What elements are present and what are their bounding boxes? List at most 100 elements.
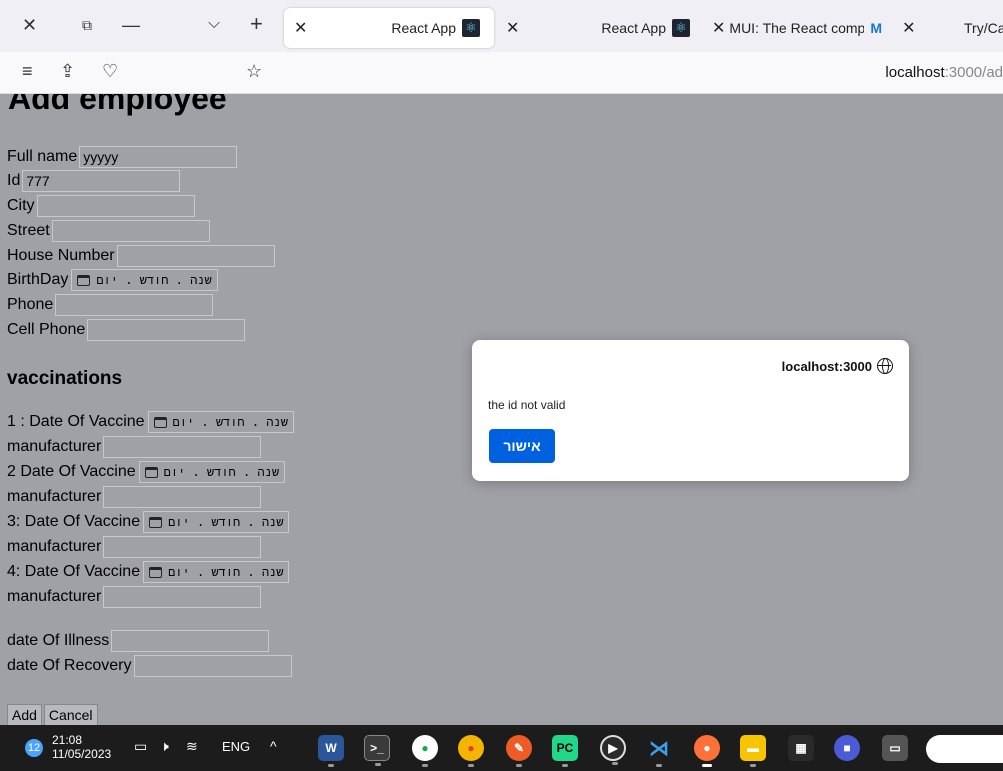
restore-icon[interactable]: ⧉: [82, 18, 92, 32]
manufacturer-label: manufacturer: [7, 538, 102, 555]
house-number-label: House Number: [7, 247, 115, 264]
date-placeholder: שנה . חודש . יום: [96, 272, 212, 287]
bookmark-star-icon[interactable]: ☆: [246, 62, 262, 80]
calendar-icon[interactable]: [144, 466, 158, 478]
vaccine-2-manufacturer-row: manufacturer: [7, 485, 262, 509]
teams-chat-icon[interactable]: ■: [834, 735, 860, 761]
tab-bar: ✕ ⧉ — ⌵ + ✕ React App ⚛ ✕ React App ⚛ ✕ …: [0, 0, 1003, 52]
vaccine-date-label: 1 : Date Of Vaccine: [7, 413, 145, 430]
vaccine-date-label: 2 Date Of Vaccine: [7, 463, 136, 480]
vaccine-3-manufacturer-input[interactable]: [103, 536, 262, 558]
microsoft-store-icon[interactable]: ▦: [788, 735, 814, 761]
city-row: City: [7, 194, 195, 218]
date-placeholder: שנה . חודש . יום: [168, 564, 284, 579]
manufacturer-label: manufacturer: [7, 438, 102, 455]
url-host: localhost: [885, 64, 945, 81]
vscode-icon[interactable]: ⋊: [646, 735, 672, 767]
share-icon[interactable]: ⇪: [60, 62, 75, 80]
illness-label: date Of Illness: [7, 632, 110, 649]
react-icon: ⚛: [462, 19, 480, 37]
pocket-icon[interactable]: ♡: [102, 62, 118, 80]
tab-title: Try/Ca: [964, 20, 1003, 36]
tab-close-icon[interactable]: ✕: [712, 18, 725, 38]
nav-bar: ≡ ⇪ ♡ ☆ localhost:3000/ad: [0, 52, 1003, 94]
menu-icon[interactable]: ≡: [22, 62, 33, 80]
clock[interactable]: 21:08 11/05/2023: [52, 733, 111, 761]
form-actions: Add Cancel: [7, 704, 98, 725]
react-icon: ⚛: [672, 19, 690, 37]
calendar-icon[interactable]: [153, 416, 167, 428]
house-number-row: House Number: [7, 244, 275, 268]
calendar-icon[interactable]: [149, 566, 163, 578]
chrome-icon[interactable]: ●: [458, 735, 484, 767]
new-tab-icon[interactable]: +: [250, 13, 263, 35]
city-input[interactable]: [36, 195, 195, 217]
volume-mute-icon[interactable]: 🕨: [160, 739, 169, 753]
vaccine-4-date-input[interactable]: שנה . חודש . יום: [143, 561, 290, 583]
birthday-row: BirthDay שנה . חודש . יום: [7, 268, 218, 292]
street-label: Street: [7, 222, 50, 239]
full-name-input[interactable]: yyyyy: [79, 146, 238, 168]
window-app-icon[interactable]: ▭: [882, 735, 908, 761]
birthday-date-input[interactable]: שנה . חודש . יום: [71, 269, 218, 291]
recovery-input[interactable]: [133, 655, 292, 677]
tab-close-icon[interactable]: ✕: [294, 18, 307, 38]
id-row: Id 777: [7, 169, 181, 193]
tab-react-app[interactable]: ✕ React App ⚛: [500, 8, 700, 48]
cell-phone-input[interactable]: [87, 319, 246, 341]
mongodb-icon[interactable]: ●: [412, 735, 438, 767]
firefox-icon[interactable]: ●: [694, 735, 720, 767]
battery-icon[interactable]: ▭: [134, 739, 147, 753]
id-input[interactable]: 777: [22, 170, 181, 192]
vaccine-1-date-input[interactable]: שנה . חודש . יום: [147, 411, 294, 433]
house-number-input[interactable]: [116, 245, 275, 267]
tab-mui[interactable]: ✕ MUI: The React compone M ✕: [712, 8, 948, 48]
cancel-button[interactable]: Cancel: [43, 704, 98, 725]
cell-phone-label: Cell Phone: [7, 321, 86, 338]
pycharm-icon[interactable]: PC: [552, 735, 578, 767]
media-player-icon[interactable]: ▶: [600, 735, 626, 765]
tab-title: React App: [601, 20, 666, 36]
terminal-icon[interactable]: >_: [364, 735, 390, 766]
calendar-icon[interactable]: [149, 516, 163, 528]
wifi-icon[interactable]: ≋: [186, 739, 198, 753]
street-input[interactable]: [51, 220, 210, 242]
chevron-up-icon[interactable]: ^: [270, 739, 277, 753]
url-bar[interactable]: localhost:3000/ad: [885, 64, 1003, 81]
word-icon[interactable]: W: [318, 735, 344, 767]
vaccine-2-date-row: 2 Date Of Vaccine שנה . חודש . יום: [7, 460, 286, 484]
file-explorer-icon[interactable]: ▬: [740, 735, 766, 767]
tab-react-app-active[interactable]: ✕ React App ⚛: [284, 8, 494, 48]
street-row: Street: [7, 219, 210, 243]
tab-try-catch[interactable]: Try/Ca: [964, 8, 1003, 48]
illness-input[interactable]: [111, 630, 270, 652]
minimize-icon[interactable]: —: [122, 16, 140, 34]
tab-close-icon[interactable]: ✕: [902, 18, 915, 38]
vaccine-2-manufacturer-input[interactable]: [103, 486, 262, 508]
chevron-down-icon[interactable]: ⌵: [208, 16, 220, 32]
vaccine-1-manufacturer-input[interactable]: [103, 436, 262, 458]
globe-icon: [877, 358, 893, 374]
date-placeholder: שנה . חודש . יום: [168, 514, 284, 529]
tab-close-icon[interactable]: ✕: [506, 18, 519, 38]
notification-badge[interactable]: 12: [25, 739, 43, 757]
dialog-message: the id not valid: [488, 398, 566, 412]
phone-input[interactable]: [55, 294, 214, 316]
vaccine-4-manufacturer-input[interactable]: [103, 586, 262, 608]
vaccine-3-date-input[interactable]: שנה . חודש . יום: [143, 511, 290, 533]
vaccine-4-manufacturer-row: manufacturer: [7, 585, 262, 609]
language-indicator[interactable]: ENG: [222, 740, 250, 753]
vaccine-2-date-input[interactable]: שנה . חודש . יום: [138, 461, 286, 483]
dialog-origin-text: localhost:3000: [781, 358, 872, 374]
vaccinations-heading: vaccinations: [7, 368, 123, 389]
calendar-icon[interactable]: [77, 274, 91, 286]
vaccine-1-date-row: 1 : Date Of Vaccine שנה . חודש . יום: [7, 410, 294, 434]
tab-title: React App: [391, 20, 456, 36]
ok-button[interactable]: אישור: [489, 429, 555, 463]
postman-icon[interactable]: ✎: [506, 735, 532, 767]
manufacturer-label: manufacturer: [7, 588, 102, 605]
vaccine-date-label: 4: Date Of Vaccine: [7, 563, 141, 580]
taskbar-search-box[interactable]: [926, 735, 1003, 763]
close-icon[interactable]: ✕: [22, 16, 37, 34]
add-button[interactable]: Add: [7, 704, 42, 725]
